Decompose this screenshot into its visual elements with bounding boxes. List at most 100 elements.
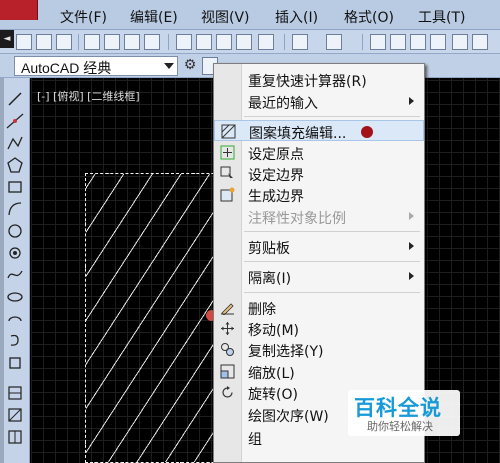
ctx-label: 组 bbox=[248, 432, 262, 448]
table-icon[interactable] bbox=[6, 428, 24, 446]
make-block-icon[interactable] bbox=[6, 354, 24, 372]
submenu-arrow-icon bbox=[409, 272, 414, 280]
design-center-icon[interactable] bbox=[472, 34, 488, 50]
ctx-label: 隔离(I) bbox=[248, 271, 292, 287]
toolbar-separator bbox=[168, 34, 169, 50]
spline-icon[interactable] bbox=[6, 266, 24, 284]
ctx-label: 生成边界 bbox=[248, 189, 304, 205]
ctx-label: 设定原点 bbox=[248, 147, 304, 163]
ctx-copy-selection[interactable]: 复制选择(Y) bbox=[214, 339, 424, 360]
copy-clip-icon[interactable] bbox=[196, 34, 212, 50]
submenu-arrow-icon bbox=[409, 212, 414, 220]
ctx-label: 重复快速计算器(R) bbox=[248, 74, 367, 90]
ctx-hatch-edit[interactable]: 图案填充编辑... bbox=[214, 120, 424, 142]
zoom-realtime-icon[interactable] bbox=[390, 34, 406, 50]
properties-icon[interactable] bbox=[452, 34, 468, 50]
gear-icon[interactable]: ⚙ bbox=[181, 57, 199, 75]
ctx-move[interactable]: 移动(M) bbox=[214, 318, 424, 339]
pan-icon[interactable] bbox=[370, 34, 386, 50]
ctx-generate-boundary[interactable]: 生成边界 bbox=[214, 184, 424, 205]
ctx-label: 剪贴板 bbox=[248, 241, 290, 257]
ctx-clipboard[interactable]: 剪贴板 bbox=[214, 236, 424, 257]
hatch-icon[interactable] bbox=[6, 406, 24, 424]
new-file-icon[interactable] bbox=[16, 34, 32, 50]
menu-separator bbox=[244, 261, 420, 262]
ctx-label: 缩放(L) bbox=[248, 366, 295, 382]
ctx-annotative-scale: 注释性对象比例 bbox=[214, 206, 424, 227]
menu-edit[interactable]: 编辑(E) bbox=[130, 7, 178, 27]
menu-view[interactable]: 视图(V) bbox=[201, 7, 250, 27]
ellipse-icon[interactable] bbox=[6, 288, 24, 306]
print-icon[interactable] bbox=[84, 34, 100, 50]
menu-tools[interactable]: 工具(T) bbox=[418, 7, 465, 27]
circle-icon[interactable] bbox=[6, 222, 24, 240]
scale-icon bbox=[220, 364, 235, 379]
copy-icon bbox=[221, 343, 234, 356]
ctx-label: 移动(M) bbox=[248, 323, 300, 339]
set-boundary-icon bbox=[220, 166, 233, 178]
set-origin-icon bbox=[220, 145, 235, 160]
autocad-logo-icon[interactable] bbox=[0, 0, 38, 20]
menu-format[interactable]: 格式(O) bbox=[344, 7, 394, 27]
ctx-label: 注释性对象比例 bbox=[248, 211, 346, 227]
arc-icon[interactable] bbox=[6, 200, 24, 218]
ctx-scale[interactable]: 缩放(L) bbox=[214, 361, 424, 382]
polyline-icon[interactable] bbox=[6, 134, 24, 152]
ctx-label: 最近的输入 bbox=[248, 96, 318, 112]
rectangle-icon[interactable] bbox=[6, 178, 24, 196]
ctx-label: 设定边界 bbox=[248, 168, 304, 184]
menu-separator bbox=[244, 292, 420, 293]
publish-icon[interactable] bbox=[124, 34, 140, 50]
ctx-label: 复制选择(Y) bbox=[248, 344, 324, 360]
erase-icon bbox=[221, 303, 234, 315]
save-icon[interactable] bbox=[56, 34, 72, 50]
hatch-edit-icon bbox=[221, 124, 236, 139]
chevron-down-icon bbox=[164, 63, 174, 69]
ctx-erase[interactable]: 删除 bbox=[214, 297, 424, 318]
ctx-set-boundary[interactable]: 设定边界 bbox=[214, 163, 424, 184]
chevron-left-icon[interactable]: ◄ bbox=[0, 30, 14, 48]
submenu-arrow-icon bbox=[409, 97, 414, 105]
watermark-subtitle: 助你轻松解决 bbox=[367, 420, 433, 433]
menu-insert[interactable]: 插入(I) bbox=[275, 7, 318, 27]
viewport-controls-label[interactable]: [-] [俯视] [二维线框] bbox=[37, 88, 140, 104]
standard-toolbar bbox=[0, 30, 500, 54]
watermark: 百科全说 助你轻松解决 bbox=[348, 390, 460, 436]
zoom-previous-icon[interactable] bbox=[430, 34, 446, 50]
block-editor-icon[interactable] bbox=[258, 34, 274, 50]
open-file-icon[interactable] bbox=[36, 34, 52, 50]
construction-line-icon[interactable] bbox=[6, 112, 24, 130]
ctx-set-origin[interactable]: 设定原点 bbox=[214, 142, 424, 163]
workspace-select-value: AutoCAD 经典 bbox=[21, 60, 112, 76]
undo-icon[interactable] bbox=[292, 34, 308, 50]
print-preview-icon[interactable] bbox=[104, 34, 120, 50]
match-properties-icon[interactable] bbox=[236, 34, 252, 50]
submenu-arrow-icon bbox=[409, 242, 414, 250]
menu-bar: 文件(F) 编辑(E) 视图(V) 插入(I) 格式(O) 工具(T) bbox=[0, 0, 500, 30]
point-icon[interactable] bbox=[6, 384, 24, 402]
toolbar-separator bbox=[78, 34, 79, 50]
ctx-label: 绘图次序(W) bbox=[248, 409, 329, 425]
line-icon[interactable] bbox=[6, 90, 24, 108]
polygon-icon[interactable] bbox=[6, 156, 24, 174]
toolbar-separator bbox=[284, 34, 285, 50]
ctx-recent-input[interactable]: 最近的输入 bbox=[214, 91, 424, 112]
revision-cloud-icon[interactable] bbox=[6, 244, 24, 262]
ctx-label: 图案填充编辑... bbox=[249, 126, 347, 142]
3d-dwf-icon[interactable] bbox=[144, 34, 160, 50]
ctx-repeat-quickcalc[interactable]: 重复快速计算器(R) bbox=[214, 69, 424, 90]
menu-separator bbox=[244, 116, 420, 117]
ctx-isolate[interactable]: 隔离(I) bbox=[214, 266, 424, 287]
redo-icon[interactable] bbox=[326, 34, 342, 50]
menu-file[interactable]: 文件(F) bbox=[60, 7, 107, 27]
workspace-select[interactable]: AutoCAD 经典 bbox=[14, 56, 178, 76]
ellipse-arc-icon[interactable] bbox=[6, 310, 24, 328]
rotate-icon bbox=[222, 386, 233, 398]
generate-boundary-icon bbox=[220, 187, 235, 202]
paste-icon[interactable] bbox=[216, 34, 232, 50]
cut-icon[interactable] bbox=[176, 34, 192, 50]
zoom-window-icon[interactable] bbox=[410, 34, 426, 50]
ctx-label: 删除 bbox=[248, 302, 276, 318]
toolbar-grip[interactable] bbox=[0, 78, 4, 463]
insert-block-icon[interactable] bbox=[6, 332, 24, 350]
